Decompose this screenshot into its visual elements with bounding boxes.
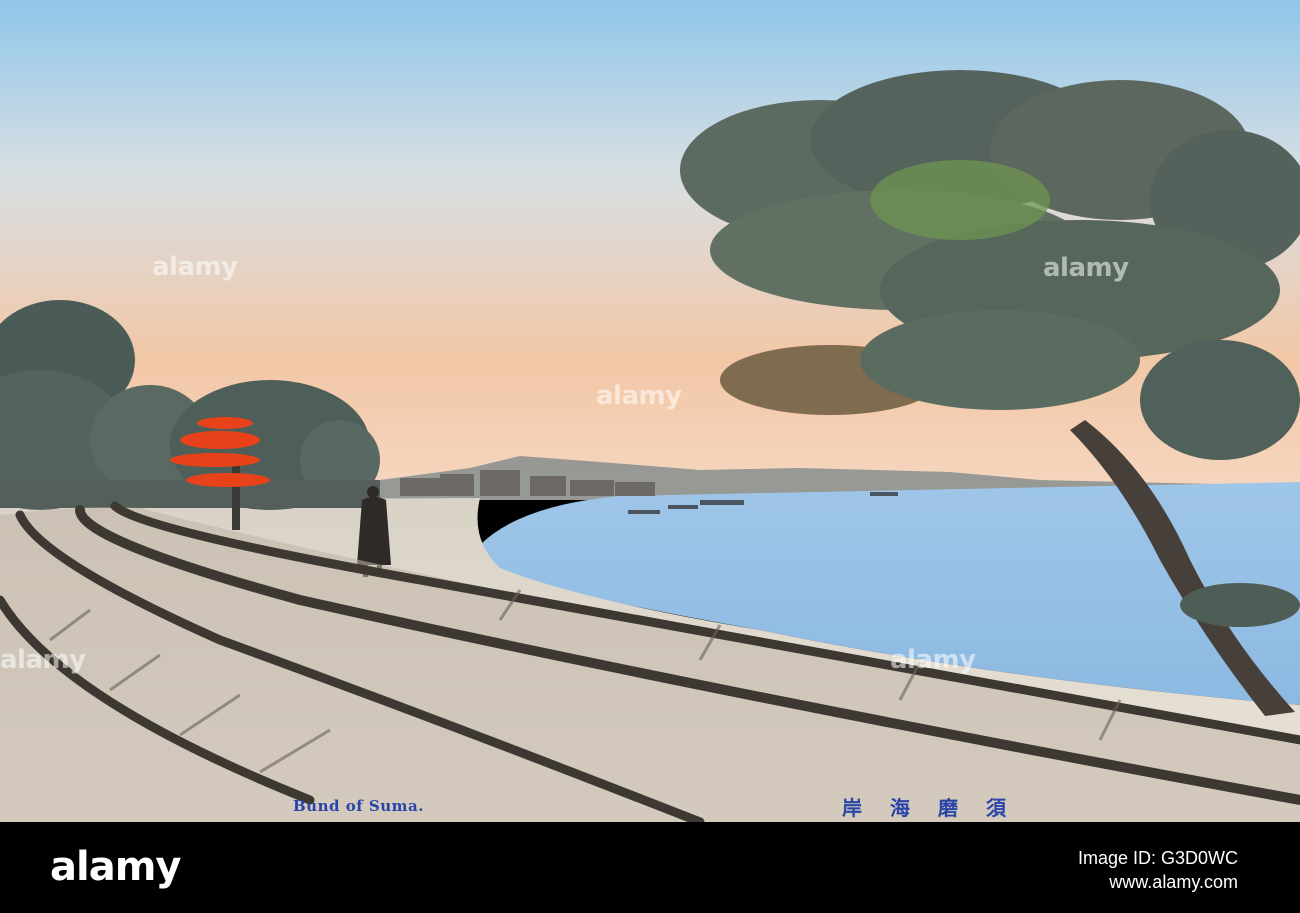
alamy-logo[interactable]: alamy bbox=[50, 844, 181, 890]
watermark: alamy bbox=[890, 645, 976, 675]
footer-bar: alamy Image ID: G3D0WC www.alamy.com bbox=[0, 822, 1300, 913]
caption-english: Bund of Suma. bbox=[293, 797, 424, 815]
watermark: alamy bbox=[0, 645, 86, 675]
watermark: alamy bbox=[152, 252, 238, 282]
postcard-photo: alamy alamy alamy alamy alamy Bund of Su… bbox=[0, 0, 1300, 822]
image-id: Image ID: G3D0WC bbox=[1077, 848, 1238, 868]
watermark: alamy bbox=[596, 381, 682, 411]
site-url[interactable]: www.alamy.com bbox=[1109, 872, 1238, 893]
scene-illustration bbox=[0, 0, 1300, 822]
watermark: alamy bbox=[1043, 253, 1129, 283]
caption-japanese: 岸海磨須 bbox=[842, 796, 1034, 820]
